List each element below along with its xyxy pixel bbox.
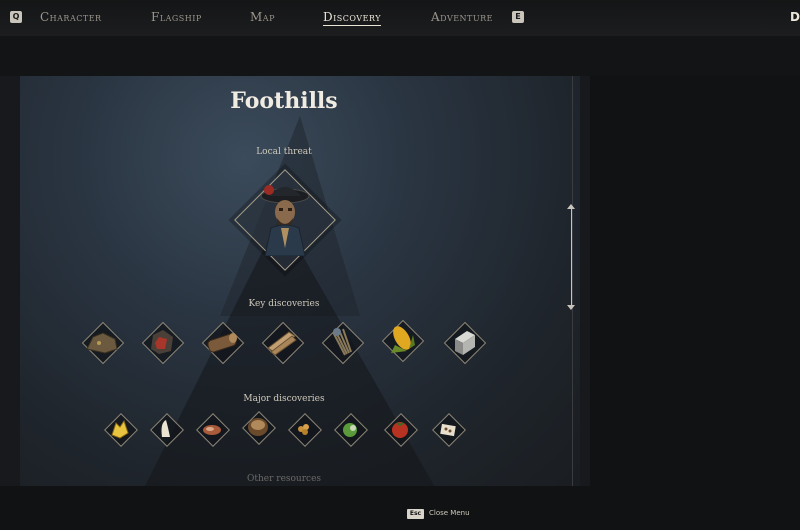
tooth-icon[interactable] [150, 413, 184, 447]
spice-bowl-icon[interactable] [242, 411, 276, 445]
close-menu-label[interactable]: Close Menu [429, 509, 470, 517]
footer-bar [0, 486, 800, 530]
corn-icon[interactable] [381, 319, 425, 363]
red-ore-icon[interactable] [141, 321, 185, 365]
yellow-crystal-icon[interactable] [104, 413, 138, 447]
salt-pile-icon[interactable] [432, 413, 466, 447]
wood-planks-icon[interactable] [261, 321, 305, 365]
key-discoveries-label: Key discoveries [248, 299, 320, 309]
meat-icon[interactable] [196, 413, 230, 447]
region-title: Foothills [230, 88, 338, 114]
side-panel [590, 76, 800, 486]
major-discoveries-label: Major discoveries [243, 394, 325, 404]
wood-log-icon[interactable] [201, 321, 245, 365]
next-tab-key-icon[interactable]: E [512, 11, 524, 23]
scroll-down-arrow-icon[interactable] [567, 305, 575, 310]
content-scrollbar[interactable] [567, 204, 575, 310]
pirate-captain-portrait-icon[interactable] [257, 178, 313, 257]
tab-map[interactable]: Map [250, 10, 275, 24]
scroll-track[interactable] [571, 208, 572, 306]
corner-indicator: D [790, 10, 800, 24]
tomato-icon[interactable] [384, 413, 418, 447]
tab-adventure[interactable]: Adventure [431, 10, 493, 24]
sub-header-band [0, 36, 800, 76]
green-fruit-icon[interactable] [334, 413, 368, 447]
fiber-bundle-icon[interactable] [321, 321, 365, 365]
other-resources-label: Other resources [246, 474, 322, 484]
ore-rock-icon[interactable] [81, 321, 125, 365]
seeds-icon[interactable] [288, 413, 322, 447]
esc-key-icon[interactable]: Esc [407, 509, 424, 519]
tab-discovery[interactable]: Discovery [323, 10, 381, 26]
top-nav-bar: Q Character Flagship Map Discovery Adven… [0, 0, 800, 37]
metal-ingot-icon[interactable] [443, 321, 487, 365]
tab-character[interactable]: Character [40, 10, 102, 24]
prev-tab-key-icon[interactable]: Q [10, 11, 22, 23]
local-threat-label: Local threat [256, 147, 312, 157]
tab-flagship[interactable]: Flagship [151, 10, 202, 24]
